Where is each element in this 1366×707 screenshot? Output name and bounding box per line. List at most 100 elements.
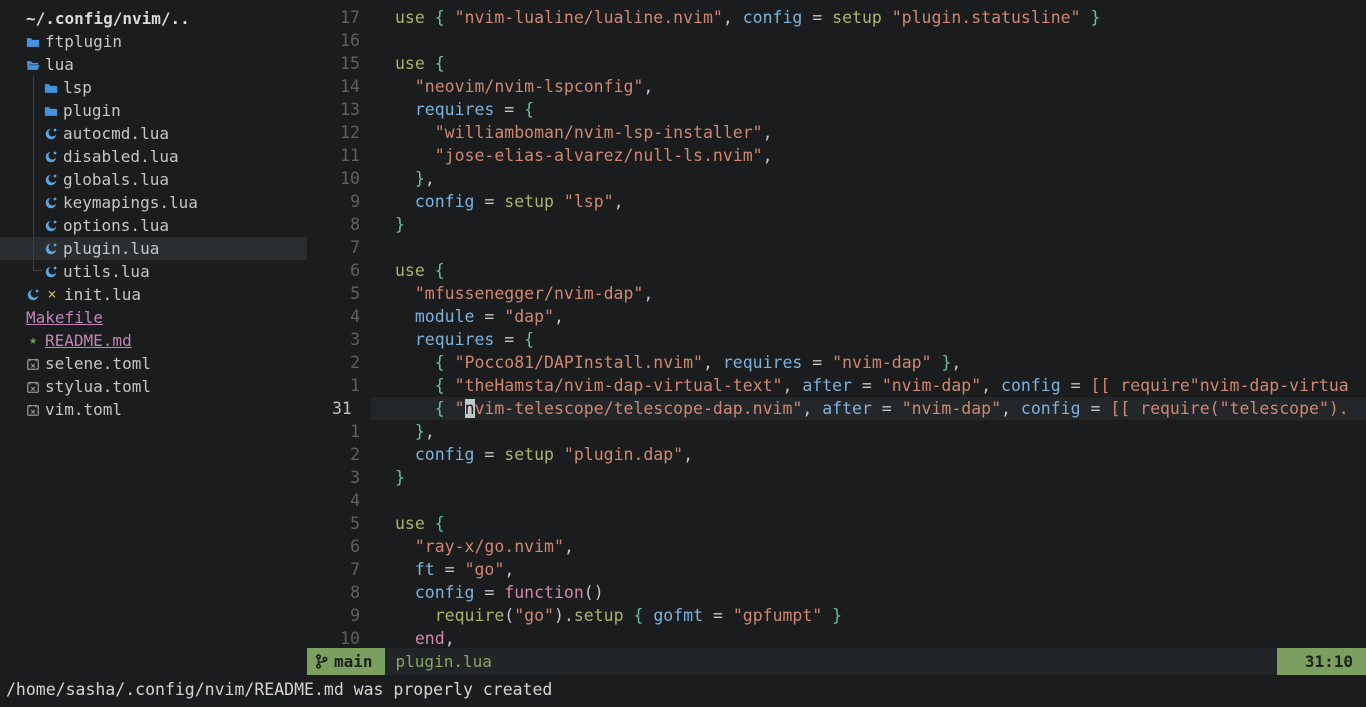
- code-line[interactable]: 1 },: [307, 420, 1366, 443]
- line-number: 6: [307, 535, 371, 558]
- folder-icon: [26, 35, 40, 49]
- line-number: 3: [307, 466, 371, 489]
- code-line[interactable]: 10 end,: [307, 627, 1366, 648]
- star-icon: ★: [26, 329, 40, 352]
- code-line[interactable]: 6use {: [307, 259, 1366, 282]
- code-lines: 17use { "nvim-lualine/lualine.nvim", con…: [307, 6, 1366, 648]
- tree-item-keymapings-lua[interactable]: keymapings.lua: [0, 191, 307, 214]
- code-line[interactable]: 8}: [307, 213, 1366, 236]
- line-number: 4: [307, 305, 371, 328]
- code-line[interactable]: 2 config = setup "plugin.dap",: [307, 443, 1366, 466]
- editor-buffer[interactable]: 17use { "nvim-lualine/lualine.nvim", con…: [307, 0, 1366, 648]
- folder-icon: [44, 104, 58, 118]
- folder-icon: [44, 104, 58, 118]
- code-line[interactable]: 10 },: [307, 167, 1366, 190]
- tree-indent-guide: [33, 76, 34, 271]
- tree-item-label: disabled.lua: [63, 145, 179, 168]
- line-number: 31: [307, 397, 371, 420]
- code-line[interactable]: 15use {: [307, 52, 1366, 75]
- tree-item-lua[interactable]: lua: [0, 53, 307, 76]
- code-line[interactable]: 8 config = function(): [307, 581, 1366, 604]
- tree-item-init-lua[interactable]: ×init.lua: [0, 283, 307, 306]
- code-line[interactable]: 9 require("go").setup { gofmt = "gpfumpt…: [307, 604, 1366, 627]
- tree-item-label: init.lua: [64, 283, 141, 306]
- code-line[interactable]: 16: [307, 29, 1366, 52]
- line-number: 9: [307, 190, 371, 213]
- code-line[interactable]: 2 { "Pocco81/DAPInstall.nvim", requires …: [307, 351, 1366, 374]
- line-number: 2: [307, 351, 371, 374]
- code-line-content: { "Pocco81/DAPInstall.nvim", requires = …: [371, 351, 1366, 374]
- code-line-content: "mfussenegger/nvim-dap",: [371, 282, 1366, 305]
- tree-item-utils-lua[interactable]: utils.lua: [0, 260, 307, 283]
- tree-item-lsp[interactable]: lsp: [0, 76, 307, 99]
- code-line[interactable]: 3 requires = {: [307, 328, 1366, 351]
- code-line-content: [371, 489, 1366, 512]
- code-line[interactable]: 4 module = "dap",: [307, 305, 1366, 328]
- toml-file-icon: [26, 403, 40, 417]
- lua-file-icon: [44, 127, 58, 141]
- tree-item-plugin-lua[interactable]: plugin.lua: [0, 237, 307, 260]
- code-line-content: config = function(): [371, 581, 1366, 604]
- command-message-line: /home/sasha/.config/nvim/README.md was p…: [0, 675, 1366, 707]
- line-number: 9: [307, 604, 371, 627]
- line-number: 8: [307, 581, 371, 604]
- code-line-content: { "nvim-telescope/telescope-dap.nvim", a…: [371, 397, 1366, 420]
- code-line[interactable]: 5use {: [307, 512, 1366, 535]
- tree-item-selene-toml[interactable]: selene.toml: [0, 352, 307, 375]
- tree-item-readme-md[interactable]: ★README.md: [0, 329, 307, 352]
- line-number: 7: [307, 236, 371, 259]
- tree-item-label: plugin: [63, 99, 121, 122]
- tree-item-options-lua[interactable]: options.lua: [0, 214, 307, 237]
- tree-item-vim-toml[interactable]: vim.toml: [0, 398, 307, 421]
- tree-item-label: keymapings.lua: [63, 191, 198, 214]
- code-line[interactable]: 7: [307, 236, 1366, 259]
- tree-root-path[interactable]: ~/.config/nvim/..: [0, 7, 307, 30]
- lua-file-icon: [44, 219, 58, 233]
- code-line-content: requires = {: [371, 328, 1366, 351]
- code-line[interactable]: 6 "ray-x/go.nvim",: [307, 535, 1366, 558]
- neovim-window: ~/.config/nvim/.. ftpluginlualsppluginau…: [0, 0, 1366, 707]
- code-line[interactable]: 3}: [307, 466, 1366, 489]
- line-number: 6: [307, 259, 371, 282]
- line-number: 8: [307, 213, 371, 236]
- code-line[interactable]: 14 "neovim/nvim-lspconfig",: [307, 75, 1366, 98]
- line-number: 11: [307, 144, 371, 167]
- tree-item-disabled-lua[interactable]: disabled.lua: [0, 145, 307, 168]
- code-line[interactable]: 11 "jose-elias-alvarez/null-ls.nvim",: [307, 144, 1366, 167]
- tree-item-plugin[interactable]: plugin: [0, 99, 307, 122]
- file-tree: ftpluginlualsppluginautocmd.luadisabled.…: [0, 30, 307, 421]
- cursor-position-label: 31:10: [1305, 652, 1353, 671]
- code-line-current[interactable]: 31 { "nvim-telescope/telescope-dap.nvim"…: [307, 397, 1366, 420]
- code-line-content: "ray-x/go.nvim",: [371, 535, 1366, 558]
- tree-item-label: stylua.toml: [45, 375, 151, 398]
- tree-item-ftplugin[interactable]: ftplugin: [0, 30, 307, 53]
- file-explorer-panel: ~/.config/nvim/.. ftpluginlualsppluginau…: [0, 0, 307, 648]
- code-line-content: config = setup "plugin.dap",: [371, 443, 1366, 466]
- tree-item-label: lsp: [63, 76, 92, 99]
- code-line[interactable]: 5 "mfussenegger/nvim-dap",: [307, 282, 1366, 305]
- code-line[interactable]: 1 { "theHamsta/nvim-dap-virtual-text", a…: [307, 374, 1366, 397]
- code-line[interactable]: 9 config = setup "lsp",: [307, 190, 1366, 213]
- tree-item-label: globals.lua: [63, 168, 169, 191]
- code-line[interactable]: 7 ft = "go",: [307, 558, 1366, 581]
- code-line-content: },: [371, 420, 1366, 443]
- git-branch-icon: [315, 654, 328, 669]
- code-line[interactable]: 17use { "nvim-lualine/lualine.nvim", con…: [307, 6, 1366, 29]
- lua-file-icon: [44, 150, 58, 164]
- git-branch-segment: main: [307, 648, 385, 675]
- tree-item-stylua-toml[interactable]: stylua.toml: [0, 375, 307, 398]
- code-line-content: "neovim/nvim-lspconfig",: [371, 75, 1366, 98]
- code-line[interactable]: 12 "williamboman/nvim-lsp-installer",: [307, 121, 1366, 144]
- line-number: 3: [307, 328, 371, 351]
- code-line[interactable]: 13 requires = {: [307, 98, 1366, 121]
- lua-file-icon: [44, 265, 58, 279]
- code-line-content: }: [371, 466, 1366, 489]
- statusline: main plugin.lua 31:10: [307, 648, 1366, 675]
- tree-item-makefile[interactable]: Makefile: [0, 306, 307, 329]
- tree-item-label: utils.lua: [63, 260, 150, 283]
- tree-item-autocmd-lua[interactable]: autocmd.lua: [0, 122, 307, 145]
- tree-item-globals-lua[interactable]: globals.lua: [0, 168, 307, 191]
- line-number: 1: [307, 420, 371, 443]
- code-line-content: config = setup "lsp",: [371, 190, 1366, 213]
- code-line[interactable]: 4: [307, 489, 1366, 512]
